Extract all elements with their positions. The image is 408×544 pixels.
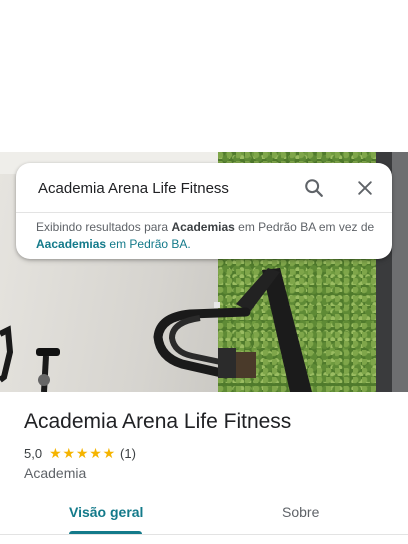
search-bar (16, 163, 392, 213)
place-title: Academia Arena Life Fitness (24, 410, 292, 433)
tabs-divider (0, 534, 408, 535)
star-icon: ★ (102, 445, 116, 461)
suggestion-prefix: Exibindo resultados para (36, 220, 169, 234)
star-icon: ★ (62, 445, 76, 461)
map-blank-area (0, 0, 408, 152)
search-icon[interactable] (300, 174, 328, 202)
rating-row[interactable]: 5,0 ★ ★ ★ ★ ★ (1) (24, 444, 136, 462)
rating-value: 5,0 (24, 445, 43, 461)
spelling-suggestion: Exibindo resultados para Academias em Pe… (36, 219, 376, 253)
review-count[interactable]: (1) (120, 446, 136, 461)
suggestion-shown-term: Academias (171, 220, 235, 234)
star-icon: ★ (89, 445, 102, 461)
star-icon: ★ (49, 445, 62, 461)
tab-about[interactable]: Sobre (282, 504, 319, 520)
suggestion-original-location: em Pedrão BA. (109, 237, 191, 251)
search-input[interactable] (38, 177, 298, 199)
star-icon: ★ (75, 445, 89, 461)
close-icon[interactable] (351, 174, 379, 202)
search-card: Exibindo resultados para Academias em Pe… (16, 163, 392, 259)
place-tabs: Visão geral Sobre (0, 494, 408, 538)
suggestion-original-term: Aacademias (36, 237, 107, 251)
search-original-link[interactable]: Aacademias em Pedrão BA. (36, 237, 191, 251)
suggestion-shown-location: em Pedrão BA em vez de (238, 220, 375, 234)
tab-overview[interactable]: Visão geral (69, 504, 143, 520)
place-category: Academia (24, 465, 87, 481)
rating-stars: ★ ★ ★ ★ ★ (49, 446, 116, 460)
